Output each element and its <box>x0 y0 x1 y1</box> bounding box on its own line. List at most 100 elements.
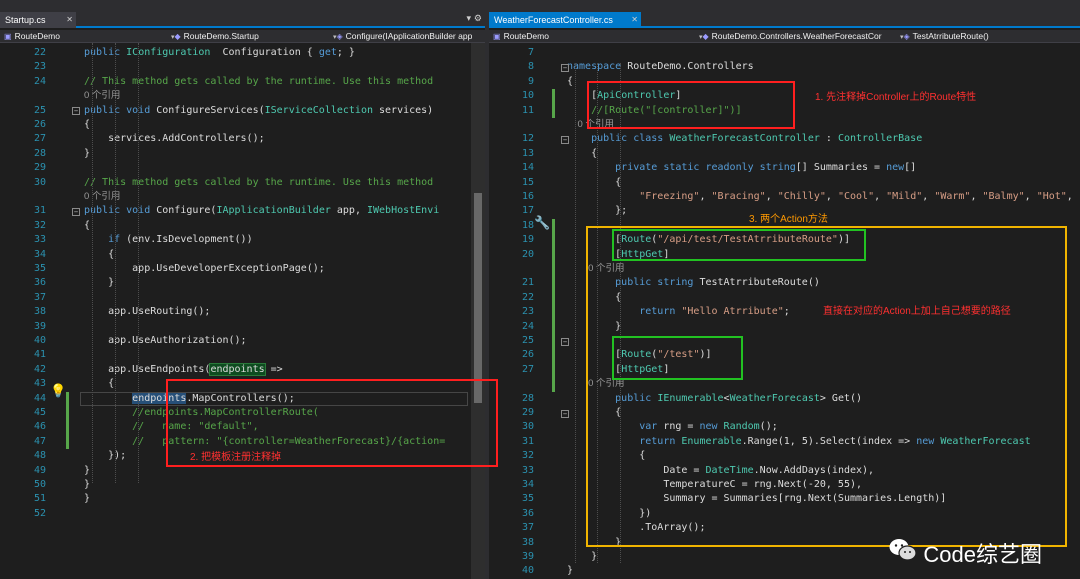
code-line[interactable]: { <box>84 219 90 233</box>
line-number: 17 <box>521 205 534 217</box>
code-line[interactable]: // This method gets called by the runtim… <box>84 75 433 89</box>
code-line[interactable]: } <box>567 564 573 578</box>
code-token: { <box>84 119 91 130</box>
method-icon: ◈ <box>336 32 343 41</box>
code-token: app.UseDeveloperExceptionPage(); <box>84 263 325 274</box>
method-icon: ◈ <box>903 32 910 41</box>
tab-weatherforecastcontroller-cs[interactable]: WeatherForecastController.cs ✕ <box>489 12 641 28</box>
line-number: 44 <box>33 392 46 404</box>
collapse-toggle[interactable]: − <box>561 337 569 346</box>
code-line[interactable]: app.UseEndpoints(endpoints => <box>84 362 283 377</box>
line-number: 31 <box>33 205 46 217</box>
collapse-toggle[interactable]: − <box>561 135 569 144</box>
code-token: => <box>264 363 283 375</box>
watermark-text: Code综艺圈 <box>923 542 1042 567</box>
line-number: 26 <box>521 349 534 361</box>
line-number: 24 <box>521 320 534 332</box>
code-line[interactable]: { <box>84 248 114 262</box>
lightbulb-icon[interactable]: 💡 <box>50 384 66 399</box>
vertical-scrollbar[interactable] <box>471 43 485 579</box>
tab-list-dropdown-icon[interactable]: ▾ <box>466 13 471 24</box>
code-line[interactable]: } <box>567 550 597 564</box>
code-line[interactable]: namespace RouteDemo.Controllers <box>567 60 754 74</box>
annotation-box-red <box>587 81 795 129</box>
code-line[interactable]: public void ConfigureServices(IServiceCo… <box>84 104 433 118</box>
code-line[interactable]: { <box>567 147 597 161</box>
startup-editor-pane[interactable]: Startup.cs ✕ ▾ ⚙ ▣ RouteDemo ▾◆ RouteDemo.… <box>0 0 485 579</box>
code-line[interactable]: } <box>84 478 90 492</box>
class-name: RouteDemo.Controllers.WeatherForecastCor <box>711 31 882 41</box>
startup-code-editor[interactable]: 22 public IConfiguration Configuration { … <box>0 43 485 579</box>
code-token: , <box>922 191 935 202</box>
code-token: public <box>84 47 127 58</box>
code-token: WeatherForecastController <box>669 133 820 145</box>
gear-icon[interactable]: ⚙ <box>474 13 482 24</box>
collapse-toggle[interactable]: − <box>561 63 569 72</box>
refactoring-hint-icon[interactable]: 🔧 <box>534 216 550 231</box>
code-line[interactable]: "Freezing", "Bracing", "Chilly", "Cool",… <box>567 190 1080 204</box>
scrollbar-thumb[interactable] <box>474 193 482 403</box>
left-tab-strip: Startup.cs ✕ ▾ ⚙ <box>0 0 485 28</box>
line-number: 16 <box>521 191 534 202</box>
line-number: 43 <box>33 378 46 390</box>
line-number: 52 <box>33 507 46 519</box>
code-token: : <box>819 133 838 145</box>
code-line[interactable]: } <box>84 492 90 506</box>
code-token: } <box>84 479 91 490</box>
project-dropdown[interactable]: ▣ RouteDemo <box>493 30 693 43</box>
collapse-toggle[interactable]: − <box>561 409 569 418</box>
indent-guide <box>92 43 93 483</box>
line-number: 13 <box>521 147 534 159</box>
tab-startup-cs[interactable]: Startup.cs ✕ <box>0 12 76 28</box>
code-line[interactable]: } <box>84 276 114 290</box>
code-line[interactable]: } <box>84 464 90 478</box>
project-name: RouteDemo <box>14 31 60 41</box>
line-number: 25 <box>521 335 534 346</box>
code-token: // This method gets called by the runtim… <box>84 176 434 188</box>
line-number: 19 <box>521 234 534 246</box>
code-line[interactable]: { <box>84 377 114 391</box>
collapse-toggle[interactable]: − <box>72 207 80 216</box>
code-token: "Bracing" <box>711 191 766 202</box>
code-line[interactable]: // This method gets called by the runtim… <box>84 176 433 190</box>
code-line[interactable]: }); <box>84 449 126 463</box>
member-dropdown[interactable]: ▾◈ Configure(IApplicationBuilder app <box>330 30 485 43</box>
line-number: 50 <box>33 479 46 490</box>
line-number: 40 <box>521 565 534 577</box>
code-line[interactable]: app.UseRouting(); <box>84 305 210 319</box>
code-line[interactable]: if (env.IsDevelopment()) <box>84 233 253 247</box>
code-token: Configuration { <box>210 47 319 58</box>
line-number: 25 <box>33 104 46 116</box>
code-line[interactable]: { <box>567 75 573 89</box>
code-line[interactable]: services.AddControllers(); <box>84 132 265 146</box>
code-token: new <box>886 162 905 174</box>
project-dropdown[interactable]: ▣ RouteDemo <box>4 30 164 43</box>
class-dropdown[interactable]: ▾◆ RouteDemo.Controllers.WeatherForecastC… <box>696 30 894 43</box>
line-number: 37 <box>521 522 534 534</box>
code-line[interactable]: { <box>84 118 90 132</box>
line-number: 38 <box>33 306 46 318</box>
line-number: 21 <box>521 277 534 289</box>
line-number: 7 <box>527 47 534 58</box>
line-number: 24 <box>33 75 46 87</box>
close-icon[interactable]: ✕ <box>631 12 638 28</box>
code-token: "Freezing" <box>639 191 700 202</box>
line-number: 38 <box>521 536 534 548</box>
right-tab-strip: WeatherForecastController.cs ✕ <box>489 0 1080 28</box>
code-token: if <box>108 234 127 246</box>
code-token: { <box>84 219 91 231</box>
chevron-down-icon: ▾ <box>171 34 175 41</box>
close-icon[interactable]: ✕ <box>66 12 73 28</box>
line-number: 40 <box>33 335 46 346</box>
member-dropdown[interactable]: ▾◈ TestAtrributeRoute() <box>897 30 1080 43</box>
collapse-toggle[interactable]: − <box>72 107 80 116</box>
code-line[interactable]: app.UseDeveloperExceptionPage(); <box>84 262 325 276</box>
left-navigation-bar: ▣ RouteDemo ▾◆ RouteDemo.Startup ▾◈ Configu… <box>0 30 485 43</box>
code-line[interactable]: public IConfiguration Configuration { ge… <box>84 46 355 60</box>
code-token: public class <box>567 133 670 145</box>
code-token: "Hot" <box>1036 191 1067 202</box>
change-indicator <box>552 89 555 118</box>
code-line[interactable]: } <box>84 147 90 161</box>
class-dropdown[interactable]: ▾◆ RouteDemo.Startup <box>168 30 325 43</box>
code-line[interactable]: app.UseAuthorization(); <box>84 334 246 348</box>
